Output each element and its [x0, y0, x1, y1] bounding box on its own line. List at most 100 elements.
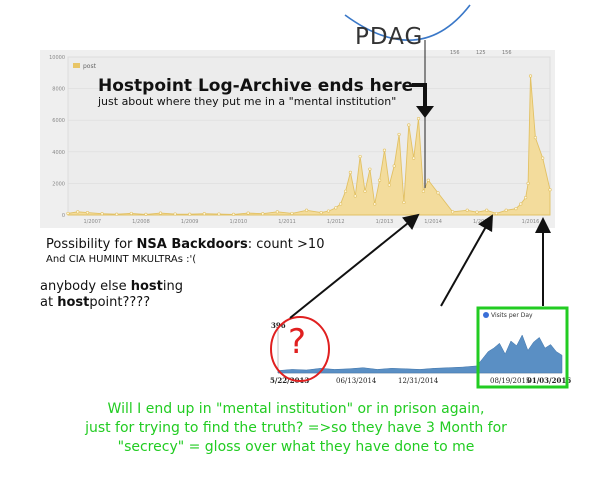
post-data-point: [519, 202, 523, 206]
post-data-point: [100, 212, 104, 216]
post-data-point: [524, 196, 528, 200]
post-data-point: [129, 211, 133, 216]
post-data-point: [528, 74, 533, 78]
post-data-point: [397, 132, 401, 137]
nsa-bold: NSA Backdoors: [136, 237, 248, 252]
visits-series-area: [277, 334, 563, 374]
post-data-point: [66, 211, 70, 216]
post-data-point: [475, 210, 479, 214]
y-tick-label: 6000: [52, 118, 65, 124]
cia-note: And CIA HUMINT MKULTRAs :'(: [46, 254, 197, 265]
x-tick-label: 1/2014: [424, 219, 442, 225]
at-bold: host: [57, 295, 90, 310]
closing-line-3: "secrecy" = gloss over what they have do…: [117, 439, 475, 455]
y-tick-label: 0: [62, 213, 65, 219]
visits-legend-dot: [483, 312, 489, 318]
y-tick-label: 2000: [52, 181, 65, 187]
post-data-point: [485, 208, 489, 212]
post-data-point: [548, 188, 552, 192]
x-tick-label: 1/2010: [230, 219, 248, 225]
visits-x-label: 06/13/2014: [336, 377, 377, 385]
arrow-to-2014: [289, 213, 420, 319]
top-right-label: 156: [502, 50, 512, 56]
closing-text: Will I end up in "mental institution" or…: [0, 400, 592, 457]
x-tick-label: 1/2013: [376, 219, 394, 225]
post-data-point: [451, 210, 455, 214]
anybody-hosting-line: anybody else hosting: [40, 279, 183, 294]
post-data-point: [275, 210, 279, 214]
x-tick-label: 1/2008: [132, 219, 150, 225]
visits-chart: 3965/22/2013 06/13/2014 12/31/2014 08/19/20…: [270, 312, 571, 385]
anybody-part1: anybody else: [40, 279, 131, 294]
post-data-point: [533, 135, 537, 140]
post-data-point: [436, 191, 440, 195]
post-data-point: [246, 211, 250, 215]
post-data-point: [514, 207, 518, 211]
nsa-suffix: : count >10: [247, 237, 325, 252]
post-data-point: [217, 212, 221, 216]
post-data-point: [358, 154, 362, 159]
post-data-point: [368, 167, 372, 171]
post-data-point: [416, 117, 421, 121]
at-hostpoint-line: at hostpoint????: [40, 295, 150, 310]
post-data-point: [373, 202, 377, 206]
post-data-point: [76, 210, 80, 214]
visits-x-label: 01/03/2016: [527, 376, 571, 385]
x-tick-label: 1/2009: [181, 219, 199, 225]
post-data-point: [407, 123, 411, 127]
post-data-point: [412, 156, 416, 160]
post-data-point: [465, 208, 469, 212]
y-tick-label: 8000: [52, 87, 65, 93]
pdag-logo: PDAG: [355, 24, 424, 50]
visits-legend-label: Visits per Day: [491, 312, 533, 319]
hostpoint-title: Hostpoint Log-Archive ends here: [98, 76, 414, 96]
legend-label: post: [83, 63, 97, 70]
nsa-backdoors-note: Possibility for NSA Backdoors: count >10: [46, 237, 324, 252]
post-data-point: [319, 211, 323, 215]
closing-line-1: Will I end up in "mental institution" or…: [107, 401, 485, 417]
post-data-point: [377, 178, 382, 182]
post-data-point: [339, 202, 343, 206]
post-data-point: [526, 181, 530, 185]
post-data-point: [85, 211, 90, 215]
hostpoint-subtitle: just about where they put me in a "menta…: [98, 95, 397, 108]
top-right-label: 125: [476, 50, 486, 56]
post-data-point: [188, 212, 192, 216]
visits-x-label: 12/31/2014: [398, 377, 439, 385]
post-data-point: [290, 211, 294, 216]
visits-x-label: 08/19/2015: [490, 377, 530, 385]
post-data-point: [144, 212, 148, 216]
post-data-point: [387, 183, 391, 187]
post-data-point: [402, 200, 406, 204]
anybody-part2: ing: [162, 279, 183, 294]
post-data-point: [494, 211, 499, 216]
at-part1: at: [40, 295, 58, 310]
post-data-point: [343, 189, 348, 193]
legend-swatch: [73, 63, 80, 68]
post-data-point: [158, 211, 163, 215]
post-data-point: [426, 178, 430, 182]
post-data-point: [304, 208, 309, 212]
post-data-point: [363, 189, 367, 193]
post-data-point: [348, 170, 352, 174]
post-data-point: [261, 212, 265, 216]
post-data-point: [504, 208, 508, 212]
post-data-point: [231, 212, 236, 216]
x-tick-label: 1/2016: [522, 219, 540, 225]
nsa-prefix: Possibility for: [46, 237, 137, 252]
post-data-point: [382, 148, 387, 152]
post-data-point: [115, 212, 119, 216]
x-tick-label: 1/2012: [327, 219, 345, 225]
top-right-label: 156: [450, 50, 460, 56]
post-data-point: [353, 194, 357, 198]
question-mark: ?: [288, 322, 307, 362]
at-part2: point????: [89, 295, 151, 310]
y-tick-label: 10000: [49, 55, 65, 61]
post-data-point: [326, 209, 331, 213]
post-data-point: [202, 212, 206, 216]
closing-line-2: just for trying to find the truth? =>so …: [85, 420, 507, 436]
post-data-point: [421, 189, 426, 193]
y-tick-label: 4000: [52, 150, 65, 156]
post-data-point: [541, 156, 545, 160]
anybody-bold: host: [130, 279, 163, 294]
